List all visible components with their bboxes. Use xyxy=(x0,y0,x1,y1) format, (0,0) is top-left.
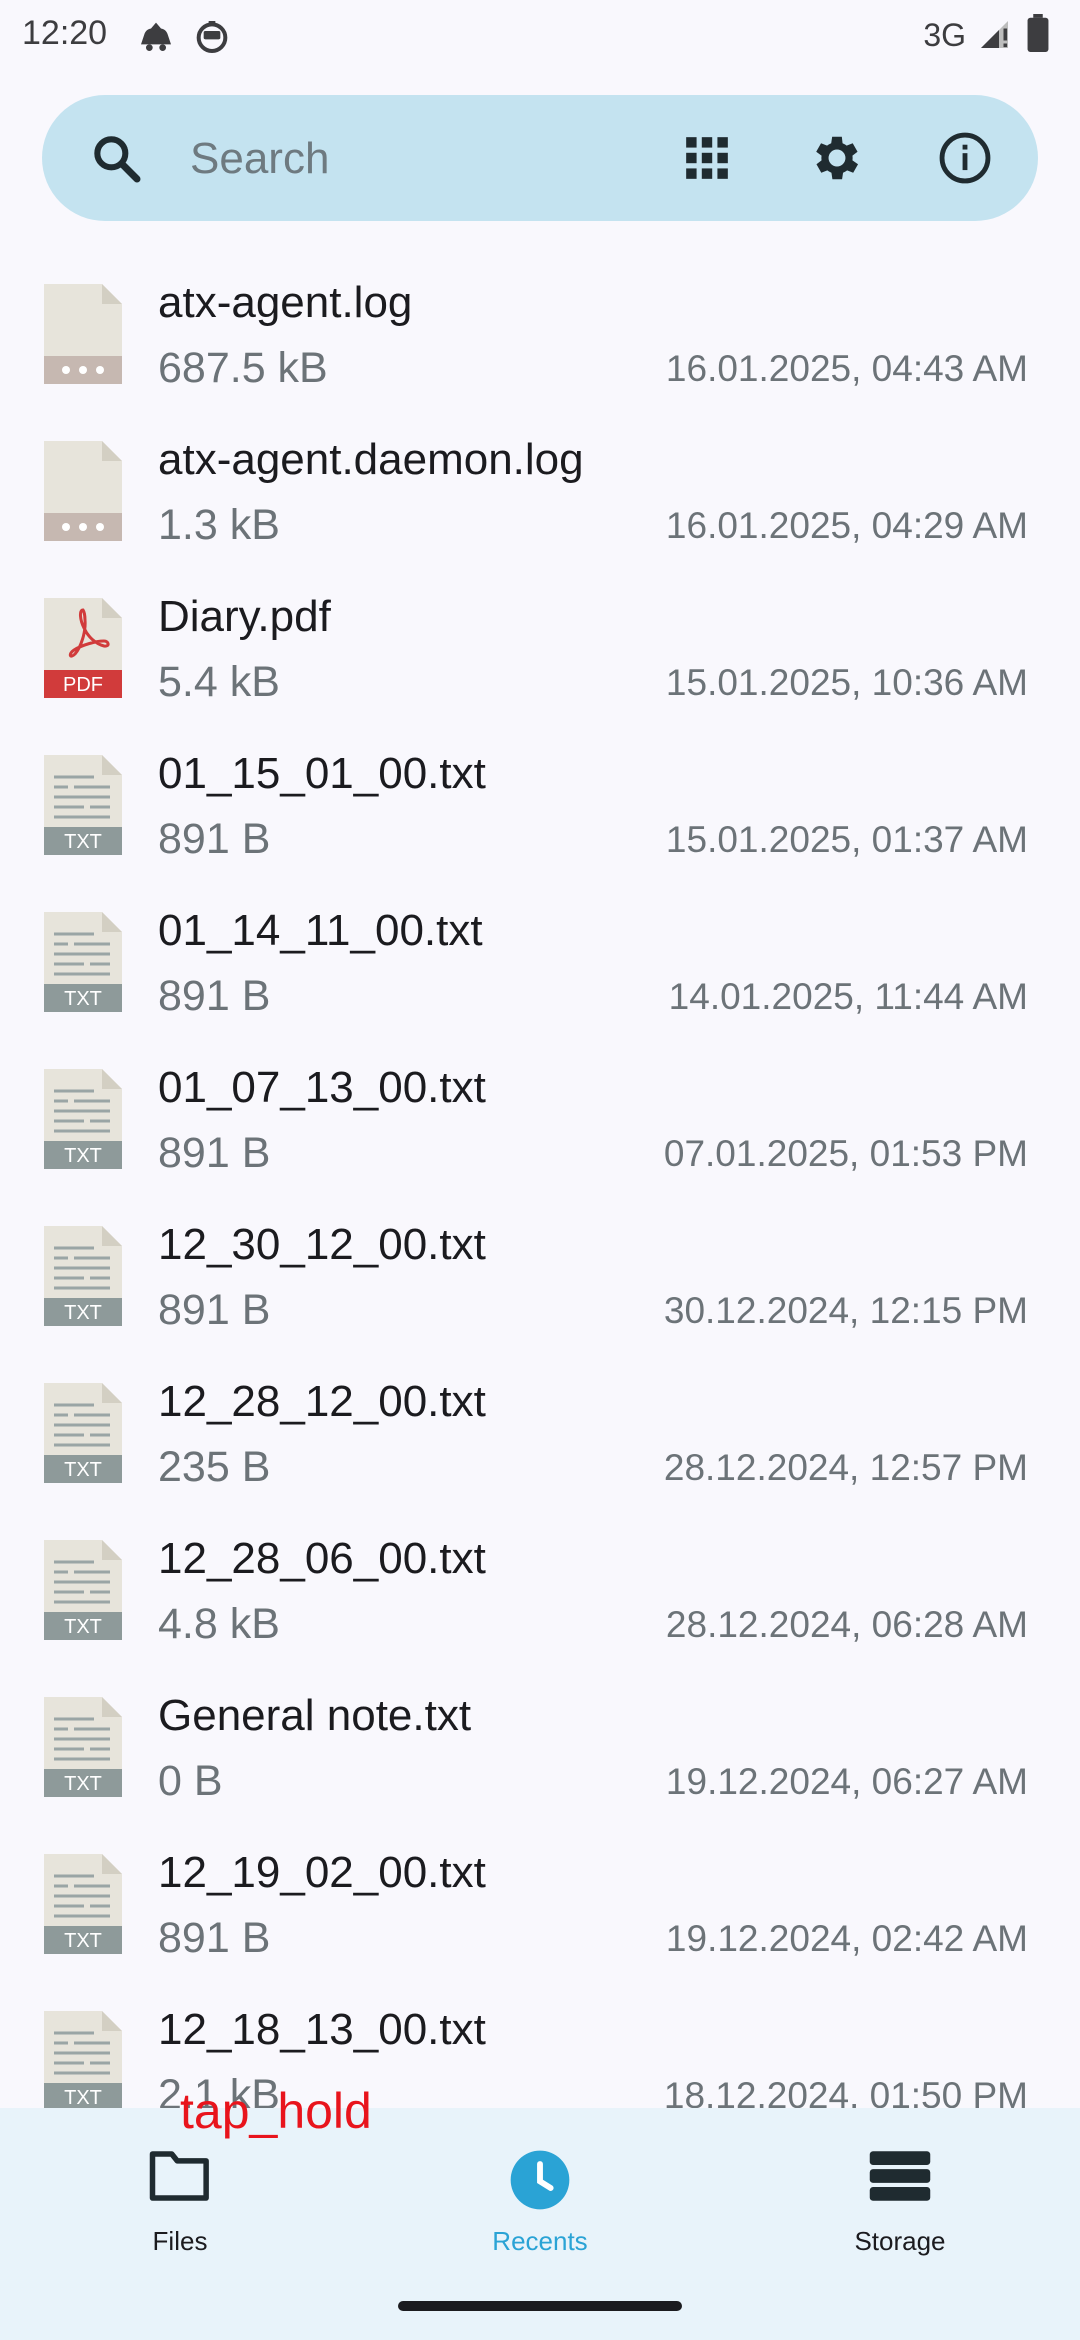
gesture-annotation: tap_hold xyxy=(180,2083,372,2139)
gear-icon[interactable] xyxy=(808,129,866,192)
log-file-icon xyxy=(44,284,122,384)
file-type-badge: PDF xyxy=(63,674,103,696)
network-type: 3G xyxy=(923,17,966,53)
file-date: 18.12.2024, 01:50 PM xyxy=(663,2075,1028,2108)
file-date: 28.12.2024, 06:28 AM xyxy=(665,1604,1028,1645)
file-name: atx-agent.daemon.log xyxy=(158,435,584,484)
file-row[interactable]: PDF Diary.pdf 5.4 kB 15.01.2025, 10:36 A… xyxy=(0,544,1080,706)
file-date: 15.01.2025, 10:36 AM xyxy=(665,662,1028,703)
file-date: 16.01.2025, 04:29 AM xyxy=(665,505,1028,546)
file-name: 01_07_13_00.txt xyxy=(158,1063,486,1112)
file-size: 0 B xyxy=(158,1757,223,1805)
file-size: 5.4 kB xyxy=(158,658,280,706)
file-name: 12_28_06_00.txt xyxy=(158,1534,486,1583)
file-name: 01_15_01_00.txt xyxy=(158,749,486,798)
file-row[interactable]: TXT 12_28_12_00.txt 235 B 28.12.2024, 12… xyxy=(0,1329,1080,1491)
file-size: 235 B xyxy=(158,1443,271,1491)
file-row[interactable]: TXT 12_19_02_00.txt 891 B 19.12.2024, 02… xyxy=(0,1800,1080,1962)
file-row[interactable]: TXT General note.txt 0 B 19.12.2024, 06:… xyxy=(0,1643,1080,1805)
signal-icon xyxy=(978,15,1014,56)
nav-storage-label: Storage xyxy=(854,2226,946,2256)
file-size: 891 B xyxy=(158,972,271,1020)
file-name: Diary.pdf xyxy=(158,592,331,641)
txt-file-icon: TXT xyxy=(44,1226,122,1326)
file-type-badge: TXT xyxy=(64,1616,102,1638)
info-icon[interactable] xyxy=(936,129,994,192)
file-row[interactable]: TXT 01_07_13_00.txt 891 B 07.01.2025, 01… xyxy=(0,1015,1080,1177)
clock-icon xyxy=(508,2148,572,2217)
file-type-badge: TXT xyxy=(64,1930,102,1952)
nav-storage[interactable]: Storage xyxy=(770,2108,1030,2258)
file-size: 891 B xyxy=(158,1286,271,1334)
nav-recents[interactable]: Recents xyxy=(410,2108,670,2258)
search-input[interactable] xyxy=(188,123,672,195)
status-bar: 12:20 3G xyxy=(0,0,1080,72)
txt-file-icon: TXT xyxy=(44,755,122,855)
file-row[interactable]: atx-agent.daemon.log 1.3 kB 16.01.2025, … xyxy=(0,387,1080,549)
file-date: 16.01.2025, 04:43 AM xyxy=(665,348,1028,389)
file-name: 01_14_11_00.txt xyxy=(158,906,483,955)
file-type-badge: TXT xyxy=(64,1459,102,1481)
nav-files-label: Files xyxy=(152,2226,208,2256)
txt-file-icon: TXT xyxy=(44,1854,122,1954)
file-date: 14.01.2025, 11:44 AM xyxy=(668,976,1028,1017)
txt-file-icon: TXT xyxy=(44,1697,122,1797)
android-face-icon xyxy=(192,16,232,61)
txt-file-icon: TXT xyxy=(44,2011,122,2108)
file-name: 12_28_12_00.txt xyxy=(158,1377,486,1426)
log-file-icon xyxy=(44,441,122,541)
file-size: 1.3 kB xyxy=(158,501,280,549)
file-row[interactable]: TXT 12_28_06_00.txt 4.8 kB 28.12.2024, 0… xyxy=(0,1486,1080,1648)
recent-files-list: atx-agent.log 687.5 kB 16.01.2025, 04:43… xyxy=(0,230,1080,2108)
file-type-badge: TXT xyxy=(64,1302,102,1324)
file-type-badge: TXT xyxy=(64,1773,102,1795)
file-size: 687.5 kB xyxy=(158,344,328,392)
file-name: 12_19_02_00.txt xyxy=(158,1848,486,1897)
status-time: 12:20 xyxy=(22,14,108,52)
file-type-badge: TXT xyxy=(64,831,102,853)
storage-icon xyxy=(867,2148,933,2209)
file-name: General note.txt xyxy=(158,1691,472,1740)
file-row[interactable]: atx-agent.log 687.5 kB 16.01.2025, 04:43… xyxy=(0,230,1080,392)
search-bar[interactable] xyxy=(42,95,1038,221)
file-size: 4.8 kB xyxy=(158,1600,280,1648)
file-row[interactable]: TXT 12_18_13_00.txt 2.1 kB 18.12.2024, 0… xyxy=(0,1957,1080,2108)
folder-icon xyxy=(147,2148,213,2209)
file-name: 12_18_13_00.txt xyxy=(158,2005,486,2054)
file-size: 891 B xyxy=(158,815,271,863)
file-row[interactable]: TXT 01_14_11_00.txt 891 B 14.01.2025, 11… xyxy=(0,858,1080,1020)
file-date: 19.12.2024, 02:42 AM xyxy=(665,1918,1028,1959)
txt-file-icon: TXT xyxy=(44,912,122,1012)
file-type-badge: TXT xyxy=(64,2087,102,2108)
file-date: 28.12.2024, 12:57 PM xyxy=(663,1447,1028,1488)
file-date: 30.12.2024, 12:15 PM xyxy=(663,1290,1028,1331)
file-row[interactable]: TXT 12_30_12_00.txt 891 B 30.12.2024, 12… xyxy=(0,1172,1080,1334)
file-type-badge: TXT xyxy=(64,1145,102,1167)
search-icon[interactable] xyxy=(88,130,144,191)
nav-recents-label: Recents xyxy=(492,2226,588,2256)
pdf-file-icon: PDF xyxy=(44,598,122,698)
txt-file-icon: TXT xyxy=(44,1383,122,1483)
file-type-badge: TXT xyxy=(64,988,102,1010)
home-indicator[interactable] xyxy=(398,2301,682,2311)
file-date: 07.01.2025, 01:53 PM xyxy=(663,1133,1028,1174)
file-date: 19.12.2024, 06:27 AM xyxy=(665,1761,1028,1802)
grid-view-icon[interactable] xyxy=(682,133,732,188)
battery-icon xyxy=(1026,14,1050,57)
file-name: 12_30_12_00.txt xyxy=(158,1220,486,1269)
txt-file-icon: TXT xyxy=(44,1069,122,1169)
robot-icon xyxy=(136,16,176,61)
file-size: 891 B xyxy=(158,1914,271,1962)
file-row[interactable]: TXT 01_15_01_00.txt 891 B 15.01.2025, 01… xyxy=(0,701,1080,863)
file-size: 891 B xyxy=(158,1129,271,1177)
file-name: atx-agent.log xyxy=(158,278,413,327)
file-date: 15.01.2025, 01:37 AM xyxy=(665,819,1028,860)
txt-file-icon: TXT xyxy=(44,1540,122,1640)
